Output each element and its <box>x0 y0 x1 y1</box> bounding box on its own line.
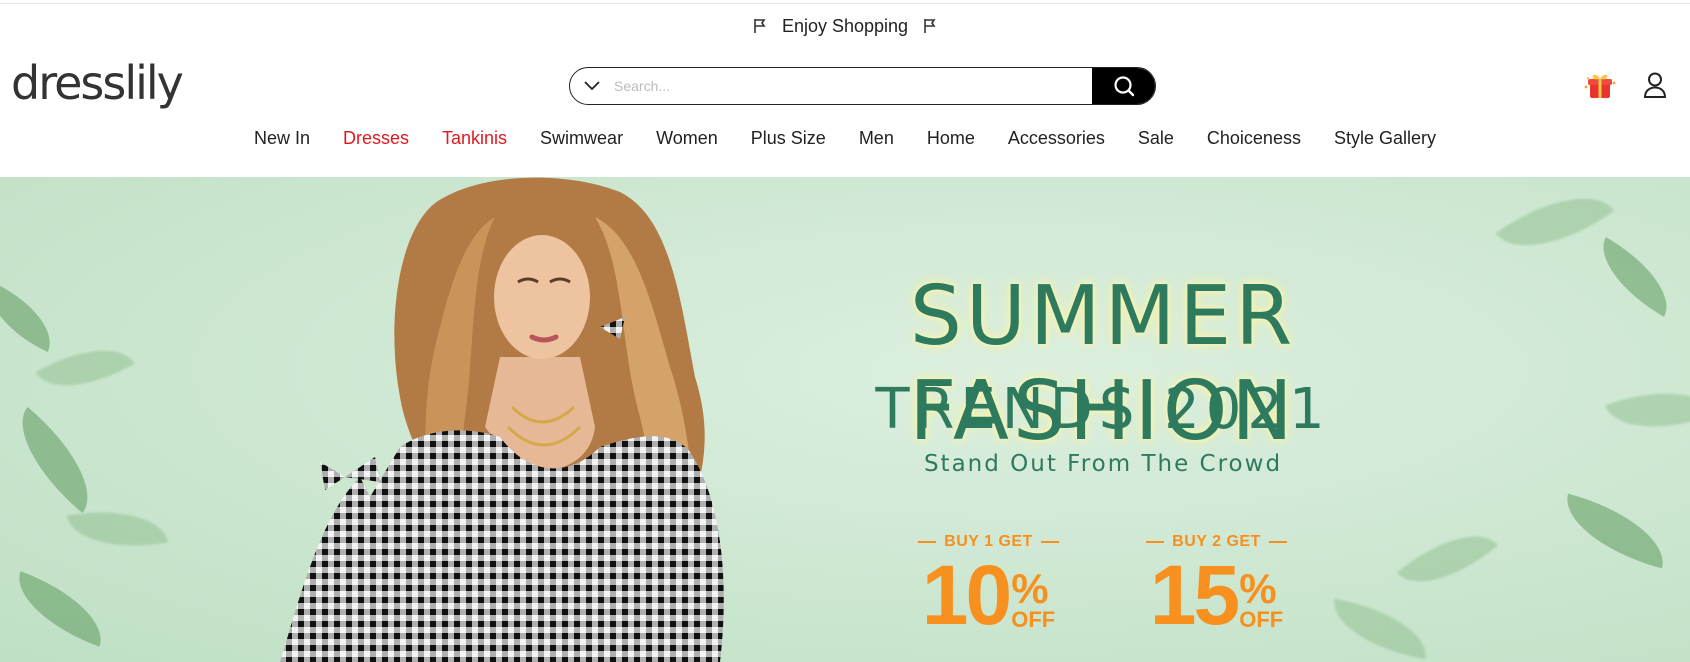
model-photo <box>280 177 724 662</box>
offer-percent: % <box>1239 565 1277 612</box>
top-divider <box>0 3 1690 4</box>
leaf-decoration <box>1586 237 1684 317</box>
leaf-decoration <box>0 407 112 513</box>
offer-suffix: OFF <box>1239 607 1284 632</box>
nav-item-accessories[interactable]: Accessories <box>991 128 1121 149</box>
offer-buy-2: BUY 2 GET 15 % OFF <box>1134 533 1299 642</box>
offer-value: 10 <box>921 548 1012 642</box>
announcement-text: Enjoy Shopping <box>781 15 909 36</box>
gift-icon[interactable] <box>1582 70 1618 100</box>
leaf-decoration <box>1495 177 1615 275</box>
leaf-decoration <box>5 571 115 647</box>
banner-tagline: Stand Out From The Crowd <box>923 451 1283 477</box>
search-category-dropdown[interactable] <box>570 68 614 104</box>
nav-item-women[interactable]: Women <box>640 128 735 149</box>
search-input[interactable] <box>614 68 1092 104</box>
nav-item-new-in[interactable]: New In <box>237 128 326 149</box>
offer-suffix: OFF <box>1011 607 1056 632</box>
brand-logo[interactable]: dresslily <box>11 56 184 110</box>
nav-item-swimwear[interactable]: Swimwear <box>524 128 640 149</box>
leaf-decoration <box>1605 371 1690 449</box>
nav-item-sale[interactable]: Sale <box>1121 128 1190 149</box>
banner-subheadline: TRENDS 2021 <box>875 377 1331 442</box>
leaf-decoration <box>1326 598 1434 660</box>
main-nav: New In Dresses Tankinis Swimwear Women Plus S… <box>0 128 1690 149</box>
search-button[interactable] <box>1092 68 1155 104</box>
nav-item-tankinis[interactable]: Tankinis <box>426 128 524 149</box>
offer-value: 15 <box>1149 548 1240 642</box>
leaf-decoration <box>35 327 135 409</box>
nav-item-choiceness[interactable]: Choiceness <box>1190 128 1317 149</box>
nav-item-home[interactable]: Home <box>910 128 991 149</box>
nav-item-men[interactable]: Men <box>842 128 910 149</box>
leaf-decoration <box>1396 511 1499 607</box>
flag-icon <box>924 19 936 33</box>
nav-item-style-gallery[interactable]: Style Gallery <box>1317 128 1452 149</box>
nav-item-dresses[interactable]: Dresses <box>327 128 426 149</box>
search-bar <box>569 67 1156 105</box>
nav-item-plus-size[interactable]: Plus Size <box>734 128 842 149</box>
offer-buy-1: BUY 1 GET 10 % OFF <box>906 533 1071 642</box>
flag-icon <box>754 19 766 33</box>
leaf-decoration <box>1555 493 1675 569</box>
user-icon[interactable] <box>1643 72 1667 98</box>
leaf-decoration <box>0 281 65 353</box>
hero-banner[interactable]: SUMMER FASHION TRENDS 2021 Stand Out Fro… <box>0 177 1690 662</box>
chevron-down-icon <box>584 81 600 91</box>
offer-percent: % <box>1011 565 1049 612</box>
search-icon <box>1113 76 1134 97</box>
announcement-bar: Enjoy Shopping <box>0 12 1690 40</box>
